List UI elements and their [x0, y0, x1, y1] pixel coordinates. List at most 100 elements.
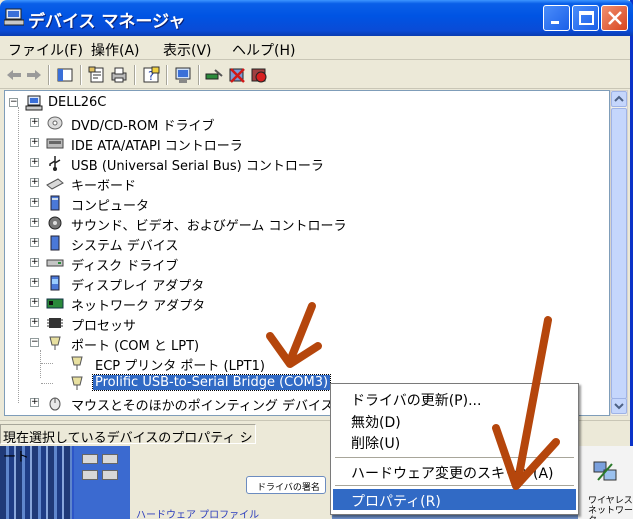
disk-drive-icon: [46, 259, 64, 267]
background-window-sidebar: [74, 446, 130, 519]
chevron-up-icon: [614, 95, 624, 102]
shortcut-label-2: ネットワーク: [588, 506, 633, 519]
tree-item-disk[interactable]: + ディスク ドライブ: [5, 253, 605, 274]
tree-item-usb[interactable]: + USB (Universal Serial Bus) コントローラ: [5, 153, 605, 174]
tree-item-ecp-port[interactable]: ECP プリンタ ポート (LPT1): [5, 353, 605, 374]
toolbar-separator: [80, 65, 82, 85]
expand-toggle[interactable]: +: [30, 178, 39, 187]
thumbnail-icon: [102, 470, 118, 480]
tree-item-label: マウスとそのほかのポインティング デバイス: [71, 399, 334, 414]
tree-item-dvd[interactable]: + DVD/CD-ROM ドライブ: [5, 113, 605, 134]
thumbnail-icon: [102, 454, 118, 464]
device-manager-icon: [4, 8, 24, 26]
tree-item-ports[interactable]: − ポート (COM と LPT): [5, 333, 605, 354]
toolbar-separator: [48, 65, 50, 85]
port-icon: [71, 356, 83, 370]
menu-view[interactable]: 表示(V): [163, 40, 212, 60]
minimize-button[interactable]: [543, 5, 570, 31]
help-icon[interactable]: ?: [142, 66, 160, 84]
show-hide-console-tree-icon[interactable]: [56, 66, 74, 84]
status-text: 現在選択しているデバイスのプロパティ シート: [0, 424, 256, 465]
tree-item-label: プロセッサ: [71, 319, 137, 334]
vertical-scrollbar[interactable]: [610, 90, 628, 416]
window-title: デバイス マネージャ: [28, 12, 186, 32]
print-icon[interactable]: [110, 66, 128, 84]
scan-hardware-icon[interactable]: [174, 66, 192, 84]
selected-device-label: Prolific USB-to-Serial Bridge (COM3): [91, 374, 332, 391]
tree-item-computer[interactable]: + コンピュータ: [5, 193, 605, 214]
tree-item-label: サウンド、ビデオ、およびゲーム コントローラ: [71, 219, 347, 234]
context-menu: ドライバの更新(P)... 無効(D) 削除(U) ハードウェア変更のスキャン(…: [330, 383, 579, 515]
wireless-network-shortcut[interactable]: ワイヤレス ネットワーク: [578, 446, 633, 519]
network-icon: [593, 461, 617, 481]
menu-item-uninstall[interactable]: 削除(U): [333, 431, 576, 452]
expand-toggle[interactable]: +: [30, 198, 39, 207]
collapse-toggle[interactable]: −: [30, 338, 39, 347]
maximize-button[interactable]: [572, 5, 599, 31]
display-adapter-icon: [50, 275, 60, 291]
menu-item-properties[interactable]: プロパティ(R): [333, 489, 576, 510]
tree-item-display[interactable]: + ディスプレイ アダプタ: [5, 273, 605, 294]
tree-line: [41, 363, 53, 364]
tree-item-processor[interactable]: + プロセッサ: [5, 313, 605, 334]
expand-toggle[interactable]: +: [30, 298, 39, 307]
hardware-profile-link[interactable]: ハードウェア プロファイル: [136, 506, 259, 519]
expand-toggle[interactable]: +: [30, 278, 39, 287]
sound-icon: [48, 216, 62, 230]
uninstall-device-icon[interactable]: [250, 66, 268, 84]
port-icon: [71, 376, 83, 390]
menu-item-scan-hardware[interactable]: ハードウェア変更のスキャン(A): [333, 461, 576, 482]
scroll-thumb[interactable]: [611, 108, 627, 399]
tree-root-row[interactable]: − DELL26C: [5, 93, 605, 113]
menu-action[interactable]: 操作(A): [91, 40, 140, 60]
menu-file[interactable]: ファイル(F): [8, 40, 83, 60]
system-device-icon: [50, 235, 60, 251]
close-button[interactable]: [601, 5, 628, 31]
tree-item-keyboard[interactable]: + キーボード: [5, 173, 605, 194]
usb-icon: [49, 156, 61, 171]
keyboard-icon: [46, 178, 64, 190]
disc-drive-icon: [47, 116, 63, 130]
properties-icon[interactable]: [88, 66, 106, 84]
tree-item-sound[interactable]: + サウンド、ビデオ、およびゲーム コントローラ: [5, 213, 605, 234]
menu-bar: ファイル(F) 操作(A) 表示(V) ヘルプ(H): [0, 36, 630, 60]
tree-item-label: キーボード: [71, 179, 137, 194]
disable-device-icon[interactable]: [228, 66, 246, 84]
expand-toggle[interactable]: +: [30, 138, 39, 147]
ide-controller-icon: [46, 138, 64, 149]
mouse-icon: [49, 397, 61, 411]
menu-item-update-driver[interactable]: ドライバの更新(P)...: [333, 388, 576, 409]
expand-toggle[interactable]: +: [30, 218, 39, 227]
scroll-up-button[interactable]: [611, 91, 627, 107]
tree-item-network[interactable]: + ネットワーク アダプタ: [5, 293, 605, 314]
forward-arrow-icon[interactable]: [25, 66, 43, 84]
menu-help[interactable]: ヘルプ(H): [232, 40, 295, 60]
toolbar-separator: [198, 65, 200, 85]
expand-toggle[interactable]: +: [30, 238, 39, 247]
tree-item-system[interactable]: + システム デバイス: [5, 233, 605, 254]
maximize-icon: [579, 11, 594, 25]
menu-separator: [335, 457, 574, 458]
shortcut-label-1: ワイヤレス: [588, 496, 633, 506]
menu-separator: [335, 485, 574, 486]
tree-item-label: ネットワーク アダプタ: [71, 299, 206, 314]
expand-toggle[interactable]: +: [30, 398, 39, 407]
title-bar[interactable]: デバイス マネージャ: [0, 0, 633, 36]
minimize-icon: [551, 21, 559, 24]
chevron-down-icon: [614, 403, 624, 410]
driver-signing-button[interactable]: ドライバの署名: [246, 476, 326, 494]
toolbar: ?: [0, 61, 630, 89]
update-driver-icon[interactable]: [205, 66, 223, 84]
expand-toggle[interactable]: +: [30, 258, 39, 267]
network-adapter-icon: [46, 298, 64, 309]
expand-toggle[interactable]: +: [30, 158, 39, 167]
toolbar-separator: [166, 65, 168, 85]
menu-item-disable[interactable]: 無効(D): [333, 410, 576, 431]
expand-toggle[interactable]: +: [30, 318, 39, 327]
tree-item-ide[interactable]: + IDE ATA/ATAPI コントローラ: [5, 133, 605, 154]
back-arrow-icon[interactable]: [5, 66, 23, 84]
collapse-toggle[interactable]: −: [9, 98, 18, 107]
expand-toggle[interactable]: +: [30, 118, 39, 127]
tree-item-label: ECP プリンタ ポート (LPT1): [95, 359, 265, 374]
scroll-down-button[interactable]: [611, 398, 627, 414]
